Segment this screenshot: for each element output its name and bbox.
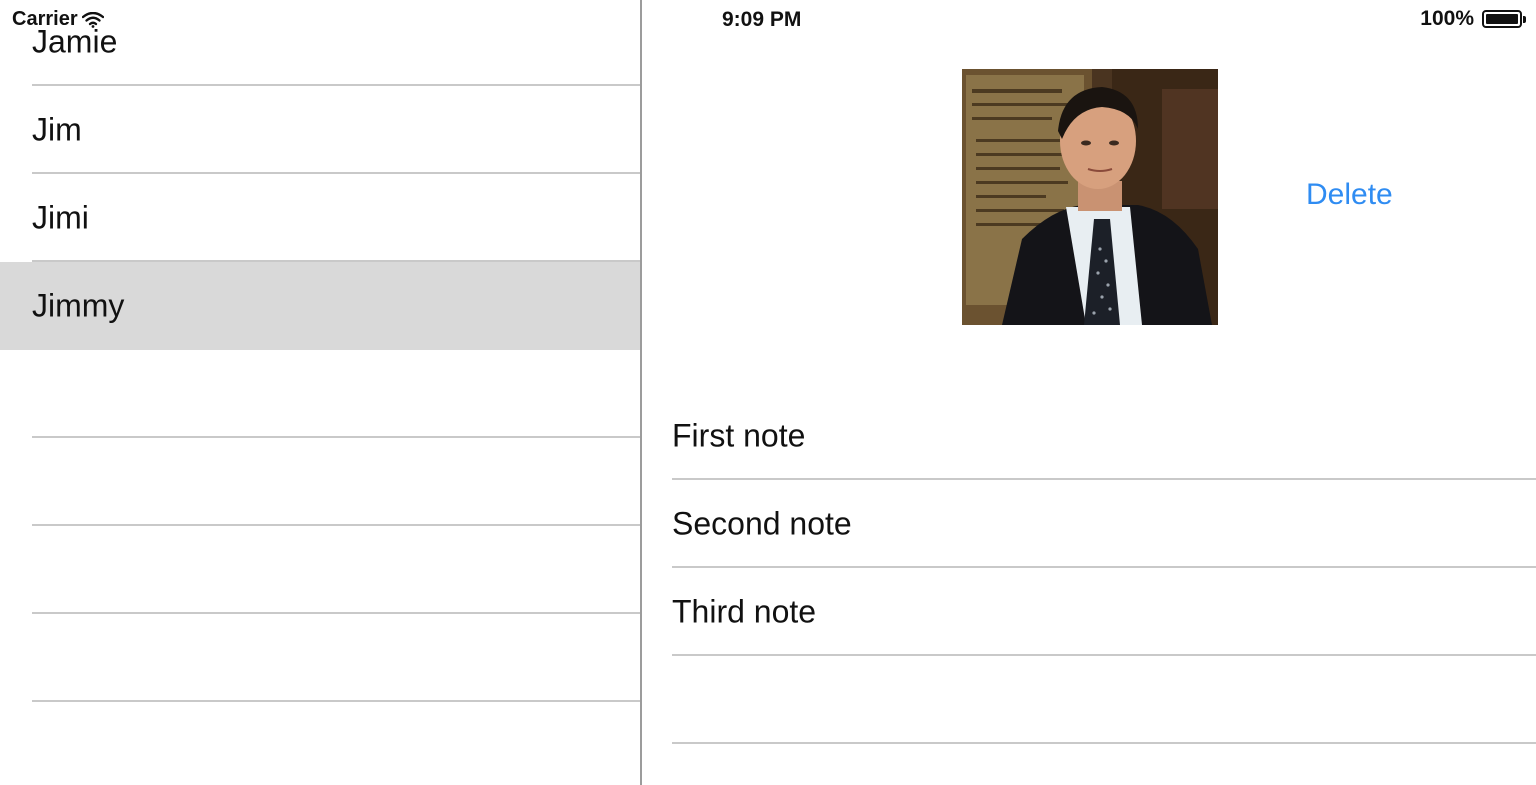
- row-separator: [672, 742, 1536, 744]
- list-item-label: Jimi: [32, 199, 89, 236]
- note-row[interactable]: Third note: [642, 568, 1536, 656]
- list-item-empty: [0, 614, 640, 702]
- contact-photo-image: [962, 69, 1218, 325]
- delete-button[interactable]: Delete: [1306, 178, 1393, 212]
- status-battery: 100%: [1420, 7, 1526, 31]
- wifi-icon: [81, 11, 104, 28]
- battery-percentage: 100%: [1420, 7, 1474, 30]
- list-item-selected[interactable]: Jimmy: [0, 262, 640, 350]
- list-item-label: Jim: [32, 111, 82, 148]
- note-row[interactable]: First note: [642, 392, 1536, 480]
- contact-photo[interactable]: [962, 69, 1218, 325]
- list-item-empty: [0, 350, 640, 438]
- split-view-screen: Jamie Jim Jimi Jimmy Delete First note S…: [0, 0, 1536, 785]
- note-row-empty: [642, 656, 1536, 744]
- master-list: Jamie Jim Jimi Jimmy: [0, 0, 640, 785]
- battery-icon: [1482, 9, 1526, 29]
- note-label: Second note: [672, 505, 852, 542]
- note-row[interactable]: Second note: [642, 480, 1536, 568]
- status-carrier: Carrier: [12, 8, 104, 31]
- note-label: First note: [672, 417, 806, 454]
- row-separator: [32, 700, 640, 702]
- detail-pane: Delete First note Second note Third note: [642, 0, 1536, 785]
- list-item[interactable]: Jim: [0, 86, 640, 174]
- status-time: 9:09 PM: [722, 8, 802, 31]
- list-item-empty: [0, 438, 640, 526]
- carrier-label: Carrier: [12, 8, 78, 30]
- list-item[interactable]: Jimi: [0, 174, 640, 262]
- list-item-label: Jimmy: [32, 287, 125, 324]
- list-item-empty: [0, 526, 640, 614]
- note-label: Third note: [672, 593, 817, 630]
- battery-fill: [1486, 14, 1518, 24]
